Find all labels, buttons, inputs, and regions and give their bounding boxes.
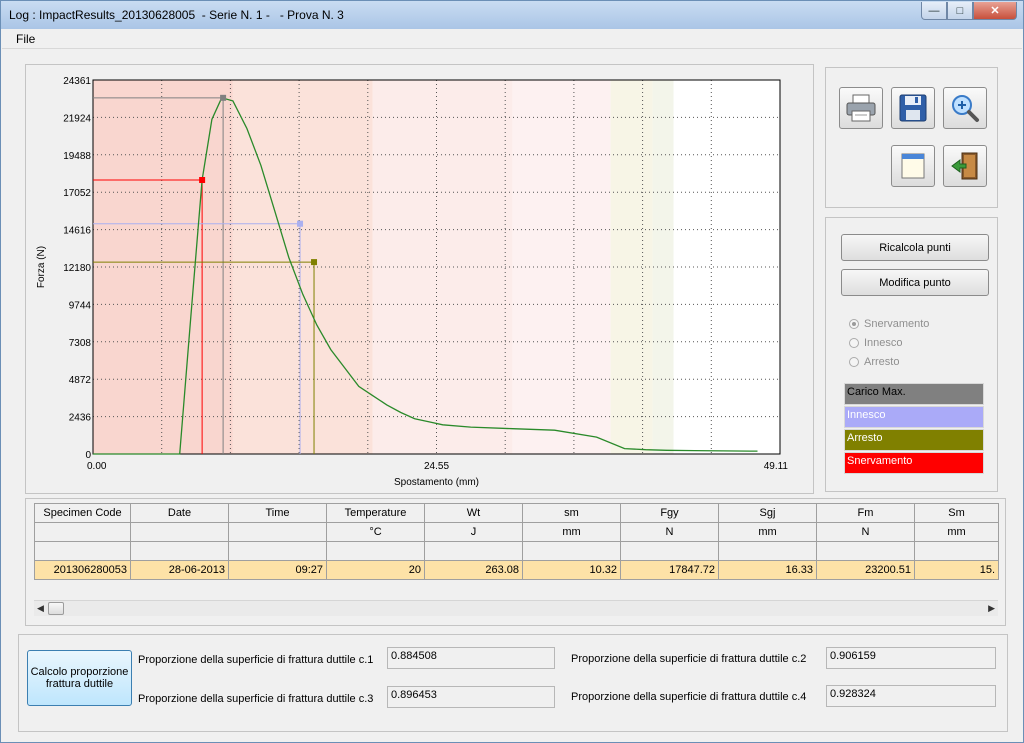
table-cell[interactable]: 263.08 (424, 560, 523, 580)
column-header[interactable]: Time (228, 503, 327, 523)
radio-dot (849, 319, 859, 329)
horizontal-scrollbar[interactable]: ◀ ▶ (34, 600, 998, 616)
radio-arresto[interactable]: Arresto (849, 356, 899, 368)
table-row[interactable]: 201306280053 28-06-2013 09:27 20 263.08 … (34, 560, 999, 580)
radio-label: Innesco (864, 337, 903, 349)
value-c1: 0.884508 (387, 647, 555, 669)
floppy-disk-icon (899, 94, 927, 122)
x-tick-label: 24.55 (424, 461, 449, 472)
scroll-right-icon[interactable]: ▶ (988, 603, 995, 614)
y-tick-label: 2436 (69, 413, 92, 424)
unit-cell (130, 522, 229, 542)
legend-snervamento: Snervamento (844, 452, 984, 474)
zoom-button[interactable] (943, 87, 987, 129)
table-header-row: Specimen Code Date Time Temperature Wt s… (34, 503, 999, 523)
legend-arresto: Arresto (844, 429, 984, 451)
unit-cell: °C (326, 522, 425, 542)
y-tick-label: 0 (85, 450, 91, 461)
radio-label: Snervamento (864, 318, 930, 330)
unit-cell: mm (914, 522, 999, 542)
recalculate-points-button[interactable]: Ricalcola punti (841, 234, 989, 261)
unit-cell: N (620, 522, 719, 542)
magnifier-icon (952, 95, 979, 122)
y-tick-label: 19488 (63, 151, 91, 162)
calculate-ductile-fracture-button[interactable]: Calcolo proporzione frattura duttile (27, 650, 132, 706)
table-units-row: °C J mm N mm N mm (34, 522, 999, 542)
column-header[interactable]: Fgy (620, 503, 719, 523)
y-tick-label: 4872 (69, 375, 92, 386)
radio-snervamento[interactable]: Snervamento (849, 318, 929, 330)
save-button[interactable] (891, 87, 935, 129)
scroll-thumb[interactable] (48, 602, 64, 615)
edit-point-button[interactable]: Modifica punto (841, 269, 989, 296)
value-c2: 0.906159 (826, 647, 996, 669)
label-c1: Proporzione della superficie di frattura… (138, 654, 374, 666)
data-point-marker (220, 94, 227, 101)
report-button[interactable] (891, 145, 935, 187)
column-header[interactable]: Wt (424, 503, 523, 523)
radio-label: Arresto (864, 356, 900, 368)
data-point-marker (199, 177, 206, 184)
table-cell[interactable]: 28-06-2013 (130, 560, 229, 580)
calendar-icon (901, 153, 925, 179)
table-cell[interactable]: 20 (326, 560, 425, 580)
scroll-left-icon[interactable]: ◀ (37, 603, 44, 614)
y-axis-label: Forza (N) (36, 246, 47, 288)
x-tick-label: 49.11 (764, 461, 789, 472)
table-empty-row (34, 541, 999, 561)
y-tick-label: 24361 (63, 76, 91, 87)
x-tick-label: 0.00 (87, 461, 107, 472)
y-tick-label: 14616 (63, 226, 91, 237)
label-c4: Proporzione della superficie di frattura… (571, 691, 807, 703)
value-c3: 0.896453 (387, 686, 555, 708)
y-tick-label: 9744 (69, 300, 92, 311)
printer-icon (846, 94, 876, 122)
plot-band (610, 80, 653, 454)
unit-cell: N (816, 522, 915, 542)
unit-cell (34, 522, 131, 542)
table-cell[interactable]: 23200.51 (816, 560, 915, 580)
print-button[interactable] (839, 87, 883, 129)
table-cell[interactable]: 16.33 (718, 560, 817, 580)
value-c4: 0.928324 (826, 685, 996, 707)
column-header[interactable]: Sgj (718, 503, 817, 523)
unit-cell: J (424, 522, 523, 542)
column-header[interactable]: Specimen Code (34, 503, 131, 523)
legend-carico-max: Carico Max. (844, 383, 984, 405)
column-header[interactable]: Sm (914, 503, 999, 523)
data-point-marker (311, 259, 318, 266)
data-point-marker (297, 220, 304, 227)
radio-innesco[interactable]: Innesco (849, 337, 903, 349)
y-tick-label: 21924 (63, 113, 91, 124)
column-header[interactable]: Fm (816, 503, 915, 523)
column-header[interactable]: Temperature (326, 503, 425, 523)
column-header[interactable]: sm (522, 503, 621, 523)
legend-innesco: Innesco (844, 406, 984, 428)
unit-cell: mm (718, 522, 817, 542)
results-table: Specimen Code Date Time Temperature Wt s… (34, 503, 999, 580)
radio-dot (849, 357, 859, 367)
radio-dot (849, 338, 859, 348)
plot-band (652, 80, 674, 454)
label-c3: Proporzione della superficie di frattura… (138, 693, 374, 705)
unit-cell (228, 522, 327, 542)
label-c2: Proporzione della superficie di frattura… (571, 653, 807, 665)
y-tick-label: 12180 (63, 263, 91, 274)
table-cell[interactable]: 10.32 (522, 560, 621, 580)
x-axis-label: Spostamento (mm) (394, 477, 479, 488)
main-window: Log : ImpactResults_20130628005 - Serie … (0, 0, 1024, 743)
y-tick-label: 17052 (63, 188, 91, 199)
exit-button[interactable] (943, 145, 987, 187)
table-cell[interactable]: 15. (914, 560, 999, 580)
column-header[interactable]: Date (130, 503, 229, 523)
table-cell[interactable]: 17847.72 (620, 560, 719, 580)
table-cell[interactable]: 09:27 (228, 560, 327, 580)
y-tick-label: 7308 (69, 338, 92, 349)
exit-door-icon (951, 152, 978, 180)
table-cell[interactable]: 201306280053 (34, 560, 131, 580)
unit-cell: mm (522, 522, 621, 542)
